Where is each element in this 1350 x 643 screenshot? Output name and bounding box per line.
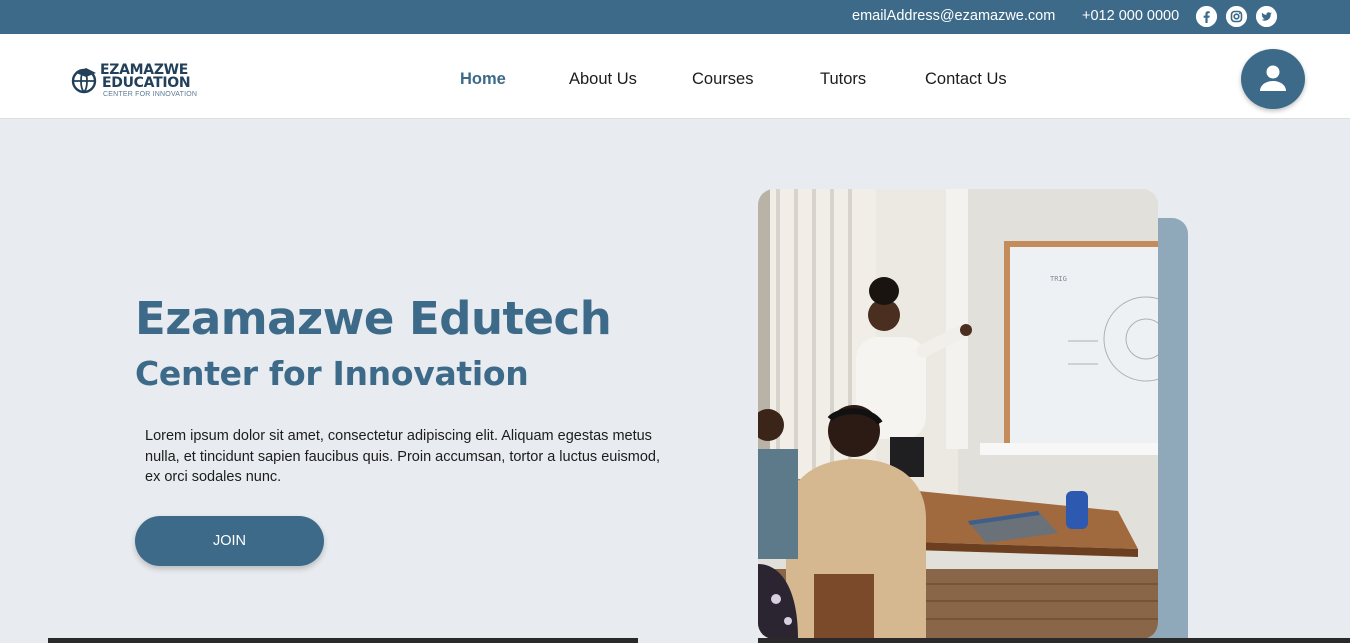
- top-contact-bar: emailAddress@ezamazwe.com +012 000 0000: [0, 0, 1350, 34]
- logo-tagline: CENTER FOR INNOVATION: [103, 91, 198, 98]
- facebook-icon[interactable]: [1196, 6, 1217, 27]
- nav-home[interactable]: Home: [460, 70, 506, 89]
- nav-about-us[interactable]: About Us: [569, 70, 637, 89]
- svg-text:TRIG: TRIG: [1050, 275, 1067, 283]
- contact-phone[interactable]: +012 000 0000: [1082, 8, 1179, 24]
- main-navbar: EZAMAZWE EDUCATION CENTER FOR INNOVATION…: [0, 34, 1350, 119]
- hero-subtitle: Center for Innovation: [135, 354, 529, 393]
- hero-title: Ezamazwe Edutech: [135, 292, 612, 345]
- bottom-edge: [0, 638, 1350, 643]
- classroom-photo: TRIG: [758, 189, 1158, 639]
- logo-text-line2: EDUCATION: [102, 75, 191, 91]
- nav-contact-us[interactable]: Contact Us: [925, 70, 1007, 89]
- bottom-edge-gap-center: [638, 638, 758, 643]
- nav-courses[interactable]: Courses: [692, 70, 753, 89]
- hero-description: Lorem ipsum dolor sit amet, consectetur …: [145, 428, 661, 485]
- nav-tutors[interactable]: Tutors: [820, 70, 866, 89]
- brand-logo[interactable]: EZAMAZWE EDUCATION CENTER FOR INNOVATION: [68, 62, 204, 100]
- twitter-icon[interactable]: [1256, 6, 1277, 27]
- user-profile-button[interactable]: [1241, 49, 1305, 109]
- user-icon: [1260, 65, 1286, 91]
- globe-icon: [71, 68, 97, 94]
- join-button[interactable]: JOIN: [135, 516, 324, 566]
- contact-email[interactable]: emailAddress@ezamazwe.com: [852, 8, 1055, 24]
- instagram-icon[interactable]: [1226, 6, 1247, 27]
- bottom-edge-gap-left: [0, 638, 48, 643]
